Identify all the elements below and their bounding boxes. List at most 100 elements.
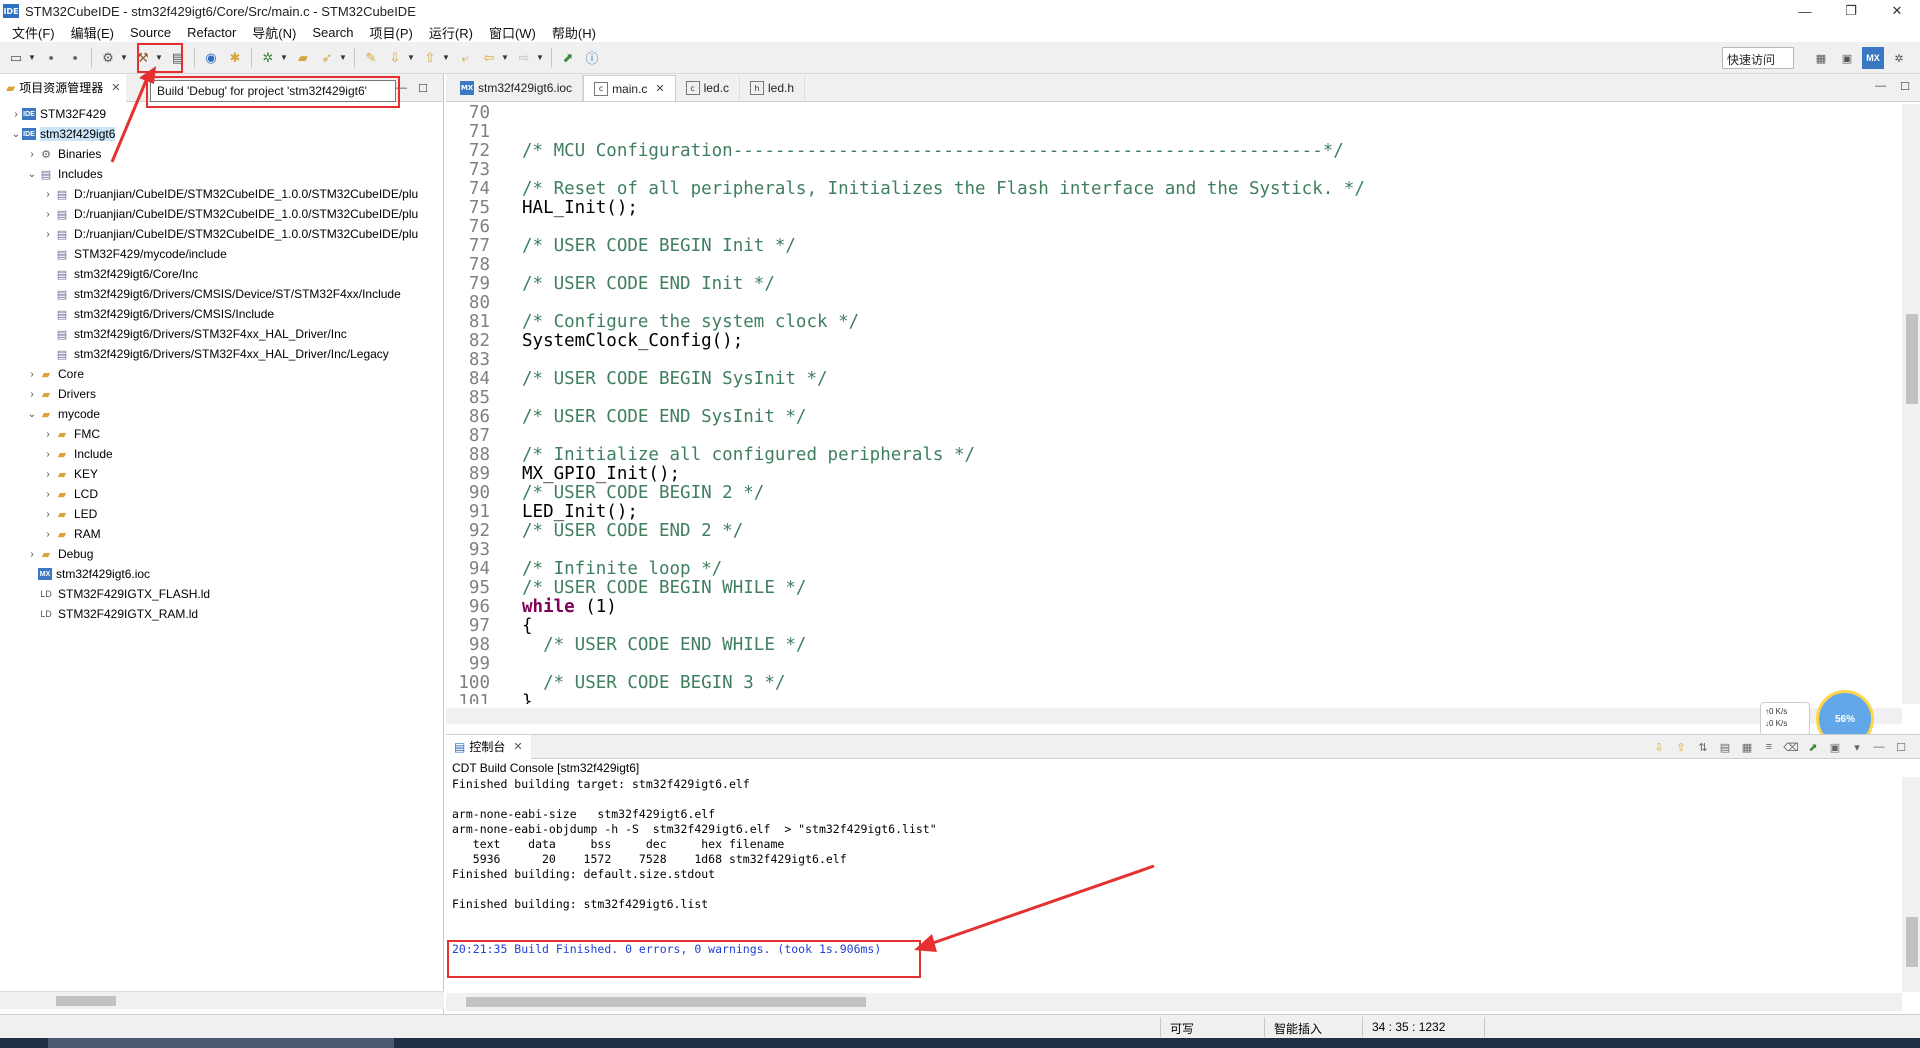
tree-item[interactable]: ▤ stm32f429igt6/Drivers/CMSIS/Device/ST/S… — [0, 284, 444, 304]
console-horizontal-scrollbar[interactable] — [446, 993, 1902, 1011]
tree-item[interactable]: › ▤ D:/ruanjian/CubeIDE/STM32CubeIDE_1.0.0… — [0, 184, 444, 204]
scrollbar-thumb[interactable] — [466, 997, 866, 1007]
menu-search[interactable]: Search — [304, 25, 361, 40]
code-line[interactable]: 93 — [446, 541, 1886, 560]
scrollbar-thumb[interactable] — [1906, 314, 1918, 404]
code-line[interactable]: 95 /* USER CODE BEGIN WHILE */ — [446, 579, 1886, 598]
expand-chevron-icon[interactable]: › — [10, 109, 22, 120]
tree-item[interactable]: ▤ stm32f429igt6/Core/Inc — [0, 264, 444, 284]
tree-item[interactable]: ▤ stm32f429igt6/Drivers/STM32F4xx_HAL_Dri… — [0, 344, 444, 364]
code-line[interactable]: 97 { — [446, 617, 1886, 636]
forward-icon[interactable]: ⇨ — [514, 48, 534, 68]
device-config-icon[interactable]: ◉ — [201, 48, 221, 68]
tab-project-explorer[interactable]: ▰ 项目资源管理器 ✕ — [0, 73, 127, 102]
expand-chevron-icon[interactable]: ⌄ — [26, 409, 38, 420]
code-line[interactable]: 72 /* MCU Configuration------------------… — [446, 142, 1886, 161]
maximize-icon[interactable]: ☐ — [1900, 80, 1910, 93]
back-dropdown-icon[interactable]: ▼ — [501, 48, 509, 68]
expand-chevron-icon[interactable]: › — [26, 389, 38, 400]
expand-chevron-icon[interactable]: › — [26, 149, 38, 160]
tree-item[interactable]: › ▤ D:/ruanjian/CubeIDE/STM32CubeIDE_1.0.0… — [0, 224, 444, 244]
code-line[interactable]: 99 — [446, 655, 1886, 674]
code-line[interactable]: 98 /* USER CODE END WHILE */ — [446, 636, 1886, 655]
info-icon[interactable]: ⓘ — [582, 48, 602, 68]
code-area[interactable]: 70 71 72 /* MCU Configuration--------------… — [446, 104, 1886, 704]
console-menu-icon[interactable]: ▾ — [1848, 738, 1866, 756]
code-line[interactable]: 88 /* Initialize all configured periphera… — [446, 446, 1886, 465]
code-line[interactable]: 71 — [446, 123, 1886, 142]
close-icon[interactable]: ✕ — [513, 740, 522, 753]
code-line[interactable]: 85 — [446, 389, 1886, 408]
expand-chevron-icon[interactable]: › — [42, 449, 54, 460]
tab-led-h[interactable]: h led.h — [740, 75, 806, 101]
tree-item[interactable]: LD STM32F429IGTX_FLASH.ld — [0, 584, 444, 604]
tree-item[interactable]: › ▤ D:/ruanjian/CubeIDE/STM32CubeIDE_1.0.0… — [0, 204, 444, 224]
debug-perspective-icon[interactable]: ✲ — [1888, 47, 1910, 69]
tab-led-c[interactable]: c led.c — [676, 75, 740, 101]
code-line[interactable]: 87 — [446, 427, 1886, 446]
maximize-button[interactable]: ❐ — [1828, 0, 1874, 22]
new-dropdown-icon[interactable]: ▼ — [28, 48, 36, 68]
save-icon[interactable]: ▪ — [41, 48, 61, 68]
run-icon[interactable]: ➶ — [317, 48, 337, 68]
maximize-icon[interactable]: ☐ — [1892, 738, 1910, 756]
expand-chevron-icon[interactable]: › — [42, 529, 54, 540]
code-line[interactable]: 82 SystemClock_Config(); — [446, 332, 1886, 351]
open-perspective-icon[interactable]: ⬈ — [558, 48, 578, 68]
code-line[interactable]: 94 /* Infinite loop */ — [446, 560, 1886, 579]
quick-access-field[interactable]: 快速访问 — [1722, 47, 1794, 69]
code-line[interactable]: 77 /* USER CODE BEGIN Init */ — [446, 237, 1886, 256]
settings-icon[interactable]: ⚙ — [98, 48, 118, 68]
tree-item[interactable]: › ▰ LED — [0, 504, 444, 524]
expand-chevron-icon[interactable]: ⌄ — [26, 169, 38, 180]
code-line[interactable]: 81 /* Configure the system clock */ — [446, 313, 1886, 332]
code-line[interactable]: 74 /* Reset of all peripherals, Initializ… — [446, 180, 1886, 199]
close-button[interactable]: ✕ — [1874, 0, 1920, 22]
code-line[interactable]: 91 LED_Init(); — [446, 503, 1886, 522]
close-icon[interactable]: ✕ — [111, 81, 120, 94]
menu-source[interactable]: Source — [122, 25, 179, 40]
next-annotation-icon[interactable]: ⇩ — [385, 48, 405, 68]
prev-annotation-dropdown-icon[interactable]: ▼ — [442, 48, 450, 68]
expand-chevron-icon[interactable]: › — [26, 549, 38, 560]
pin-console-icon[interactable]: ⬈ — [1804, 738, 1822, 756]
tree-item[interactable]: › ▰ Debug — [0, 544, 444, 564]
prev-annotation-icon[interactable]: ⇧ — [420, 48, 440, 68]
open-folder-icon[interactable]: ▰ — [293, 48, 313, 68]
code-line[interactable]: 100 /* USER CODE BEGIN 3 */ — [446, 674, 1886, 693]
tab-console[interactable]: ▤ 控制台 ✕ — [446, 734, 531, 759]
tree-item[interactable]: › ▰ Core — [0, 364, 444, 384]
explorer-horizontal-scrollbar[interactable] — [0, 991, 444, 1009]
debug-dropdown-icon[interactable]: ▼ — [280, 48, 288, 68]
menu-refactor[interactable]: Refactor — [179, 25, 244, 40]
last-edit-icon[interactable]: ⤶ — [455, 48, 475, 68]
new-icon[interactable]: ▭ — [6, 48, 26, 68]
code-line[interactable]: 86 /* USER CODE END SysInit */ — [446, 408, 1886, 427]
next-annotation-dropdown-icon[interactable]: ▼ — [407, 48, 415, 68]
cpp-perspective-icon[interactable]: ▣ — [1836, 47, 1858, 69]
editor-horizontal-scrollbar[interactable] — [446, 708, 1902, 724]
menu-file[interactable]: 文件(F) — [4, 23, 63, 42]
scrollbar-thumb[interactable] — [56, 996, 116, 1006]
tree-item[interactable]: ⌄ IDE stm32f429igt6 — [0, 124, 444, 144]
taskbar-item[interactable] — [48, 1038, 394, 1048]
debug-settings-icon[interactable]: ✱ — [225, 48, 245, 68]
code-line[interactable]: 76 — [446, 218, 1886, 237]
expand-chevron-icon[interactable]: › — [42, 209, 54, 220]
expand-chevron-icon[interactable]: › — [42, 229, 54, 240]
menu-navigate[interactable]: 导航(N) — [244, 23, 304, 42]
code-line[interactable]: 96 while (1) — [446, 598, 1886, 617]
menu-project[interactable]: 项目(P) — [362, 23, 421, 42]
display-console-icon[interactable]: ▣ — [1826, 738, 1844, 756]
tree-item[interactable]: › ▰ FMC — [0, 424, 444, 444]
tree-item[interactable]: ▤ STM32F429/mycode/include — [0, 244, 444, 264]
tree-item[interactable]: › ▰ Drivers — [0, 384, 444, 404]
minimize-button[interactable]: — — [1782, 0, 1828, 22]
close-icon[interactable]: ✕ — [655, 82, 664, 95]
tree-item[interactable]: LD STM32F429IGTX_RAM.ld — [0, 604, 444, 624]
scroll-lock-icon[interactable]: ⇅ — [1694, 738, 1712, 756]
code-line[interactable]: 84 /* USER CODE BEGIN SysInit */ — [446, 370, 1886, 389]
tree-item[interactable]: ▤ stm32f429igt6/Drivers/CMSIS/Include — [0, 304, 444, 324]
code-line[interactable]: 92 /* USER CODE END 2 */ — [446, 522, 1886, 541]
settings-dropdown-icon[interactable]: ▼ — [120, 48, 128, 68]
